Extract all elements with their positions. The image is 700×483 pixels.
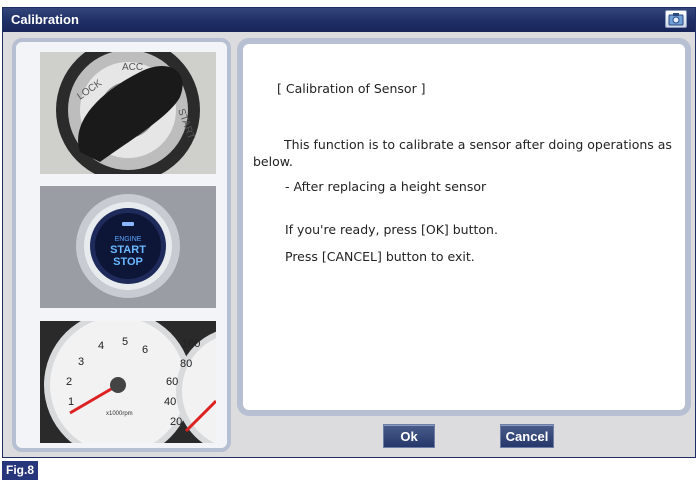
svg-text:3: 3 xyxy=(78,356,84,368)
window-title: Calibration xyxy=(11,12,79,27)
svg-text:STOP: STOP xyxy=(113,256,143,268)
calibration-window: Calibration LOCK ACC START ENGINE START … xyxy=(2,7,696,458)
camera-icon xyxy=(668,13,684,26)
ok-button[interactable]: Ok xyxy=(383,424,435,448)
message-title: [ Calibration of Sensor ] xyxy=(277,81,426,96)
svg-text:ENGINE: ENGINE xyxy=(115,236,142,243)
illustration-panel: LOCK ACC START ENGINE START STOP 4 5 6 3… xyxy=(12,38,231,452)
engine-start-stop-photo: ENGINE START STOP xyxy=(40,186,216,308)
svg-text:4: 4 xyxy=(98,340,104,352)
message-ready: If you're ready, press [OK] button. xyxy=(285,222,498,237)
message-bullet: - After replacing a height sensor xyxy=(285,179,487,194)
svg-text:20: 20 xyxy=(170,416,182,428)
svg-text:2: 2 xyxy=(66,376,72,388)
svg-text:80: 80 xyxy=(180,358,192,370)
svg-text:1: 1 xyxy=(68,396,74,408)
svg-text:100: 100 xyxy=(182,338,200,350)
svg-text:5: 5 xyxy=(122,336,128,348)
message-exit: Press [CANCEL] button to exit. xyxy=(285,249,475,264)
svg-text:60: 60 xyxy=(166,376,178,388)
svg-text:40: 40 xyxy=(164,396,176,408)
screenshot-button[interactable] xyxy=(665,10,687,28)
svg-text:x1000rpm: x1000rpm xyxy=(106,411,133,417)
svg-text:6: 6 xyxy=(142,344,148,356)
figure-label: Fig.8 xyxy=(2,461,39,480)
instrument-cluster-photo: 4 5 6 32 1 100 80 60 40 20 x1000rpm xyxy=(40,321,216,443)
title-bar: Calibration xyxy=(3,8,695,32)
cancel-button[interactable]: Cancel xyxy=(500,424,554,448)
ignition-key-photo: LOCK ACC START xyxy=(40,52,216,174)
message-panel: [ Calibration of Sensor ] This function … xyxy=(237,38,691,416)
message-body: This function is to calibrate a sensor a… xyxy=(253,137,672,169)
svg-text:ACC: ACC xyxy=(122,62,143,73)
svg-text:START: START xyxy=(110,244,146,256)
